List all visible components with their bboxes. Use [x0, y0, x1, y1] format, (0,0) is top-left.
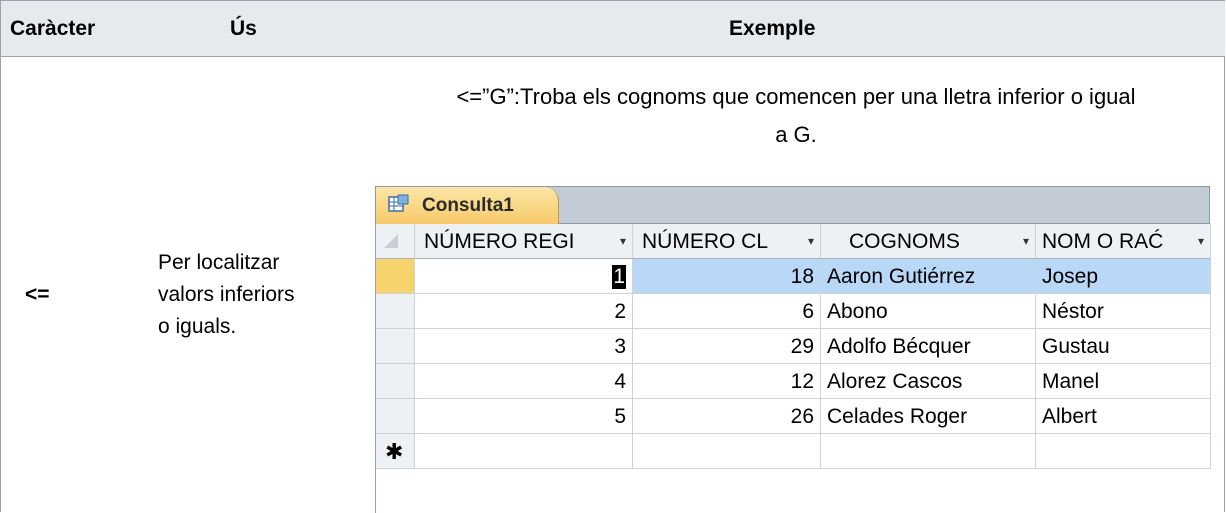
column-header-row: NÚMERO REGI ▾ NÚMERO CL ▾ COGNOMS ▾ NOM … [376, 224, 1211, 259]
record-selector[interactable]: ✱ [376, 434, 415, 469]
record-selector[interactable] [376, 294, 415, 329]
table-cell[interactable]: Abono [821, 294, 1036, 329]
table-cell[interactable]: Néstor [1036, 294, 1211, 329]
record-selector[interactable] [376, 399, 415, 434]
table-cell[interactable] [415, 434, 633, 469]
record-selector[interactable] [376, 259, 415, 294]
record-selector[interactable] [376, 329, 415, 364]
access-datasheet: Consulta1 NÚMERO REGI ▾ NÚMERO CL ▾ COGN… [375, 186, 1211, 513]
table-cell[interactable]: 2 [415, 294, 633, 329]
header-example: Exemple [729, 17, 816, 40]
table-cell[interactable]: 18 [633, 259, 821, 294]
usage-line-3: o iguals. [158, 315, 237, 338]
record-selector[interactable] [376, 364, 415, 399]
usage-line-2: valors inferiors [158, 283, 295, 306]
table-cell[interactable]: 29 [633, 329, 821, 364]
table-cell[interactable]: 6 [633, 294, 821, 329]
table-row[interactable]: 4 12 Alorez Cascos Manel [376, 364, 1211, 399]
table-cell[interactable]: Josep [1036, 259, 1211, 294]
table-cell[interactable] [1036, 434, 1211, 469]
dropdown-arrow-icon[interactable]: ▾ [1023, 224, 1029, 258]
table-cell[interactable]: Albert [1036, 399, 1211, 434]
new-record-row[interactable]: ✱ [376, 434, 1211, 469]
table-cell[interactable]: 5 [415, 399, 633, 434]
table-cell[interactable]: Adolfo Bécquer [821, 329, 1036, 364]
column-header[interactable]: NOM O RAĆ ▾ [1036, 224, 1211, 259]
document-table: Caràcter Ús Exemple <= Per localitzar va… [0, 0, 1225, 513]
table-cell[interactable] [633, 434, 821, 469]
table-cell[interactable]: 3 [415, 329, 633, 364]
header-usage: Ús [230, 17, 257, 40]
table-cell[interactable]: 26 [633, 399, 821, 434]
table-cell[interactable]: Gustau [1036, 329, 1211, 364]
example-caption-line-1: <=”G”:Troba els cognoms que comencen per… [456, 84, 1136, 109]
dropdown-arrow-icon[interactable]: ▾ [620, 224, 626, 258]
select-all-corner[interactable] [376, 224, 415, 259]
header-character: Caràcter [10, 17, 96, 40]
table-cell[interactable]: Aaron Gutiérrez [821, 259, 1036, 294]
table-cell[interactable]: 4 [415, 364, 633, 399]
dropdown-arrow-icon[interactable]: ▾ [1198, 224, 1204, 258]
example-caption: <=”G”:Troba els cognoms que comencen per… [381, 78, 1211, 154]
usage-line-1: Per localitzar [158, 251, 280, 274]
table-cell[interactable]: Celades Roger [821, 399, 1036, 434]
datasheet-tab-strip: Consulta1 [375, 186, 1210, 224]
table-cell[interactable]: 1 [415, 259, 633, 294]
column-header[interactable]: NÚMERO REGI ▾ [415, 224, 633, 259]
dropdown-arrow-icon[interactable]: ▾ [808, 224, 814, 258]
new-record-icon: ✱ [385, 439, 404, 464]
column-header[interactable]: COGNOMS ▾ [821, 224, 1036, 259]
tab-consulta1[interactable]: Consulta1 [376, 187, 559, 224]
table-cell[interactable]: Alorez Cascos [821, 364, 1036, 399]
table-row[interactable]: 5 26 Celades Roger Albert [376, 399, 1211, 434]
table-cell[interactable] [821, 434, 1036, 469]
table-cell[interactable]: 12 [633, 364, 821, 399]
column-header[interactable]: NÚMERO CL ▾ [633, 224, 821, 259]
current-field-value[interactable]: 1 [612, 265, 626, 289]
datasheet-grid: NÚMERO REGI ▾ NÚMERO CL ▾ COGNOMS ▾ NOM … [375, 224, 1211, 513]
example-caption-line-2: a G. [775, 122, 817, 147]
table-row[interactable]: 1 18 Aaron Gutiérrez Josep [376, 259, 1211, 294]
operator-symbol: <= [25, 283, 50, 306]
table-header-row: Caràcter Ús Exemple [1, 1, 1225, 57]
table-cell[interactable]: Manel [1036, 364, 1211, 399]
table-row[interactable]: 2 6 Abono Néstor [376, 294, 1211, 329]
table-row[interactable]: 3 29 Adolfo Bécquer Gustau [376, 329, 1211, 364]
query-datasheet-icon [388, 194, 409, 212]
tab-label: Consulta1 [422, 195, 514, 216]
